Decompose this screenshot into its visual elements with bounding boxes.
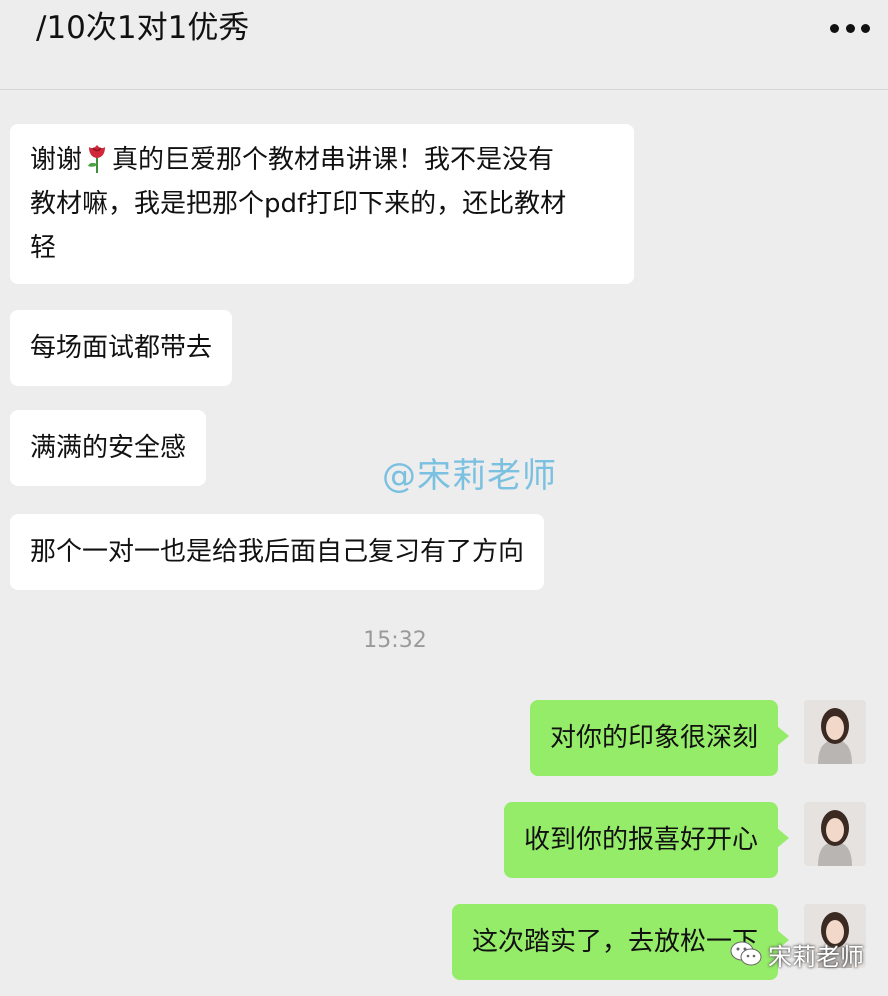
message-outgoing[interactable]: 收到你的报喜好开心 <box>503 802 790 878</box>
message-outgoing[interactable]: 对你的印象很深刻 <box>529 700 790 776</box>
message-text: 谢谢 真的巨爱那个教材串讲课！我不是没有 教材嘛，我是把那个pdf打印下来的，还比… <box>30 138 614 270</box>
chat-title: /10次1对1优秀 <box>36 10 250 46</box>
watermark-corner: 宋莉老师 <box>730 934 864 974</box>
message-text-part: 谢谢 <box>30 145 83 175</box>
message-incoming[interactable]: 那个一对一也是给我后面自己复习有了方向 <box>10 514 545 590</box>
avatar-image <box>804 700 866 764</box>
wechat-icon <box>730 941 762 966</box>
watermark-corner-text: 宋莉老师 <box>768 942 864 971</box>
avatar[interactable] <box>804 700 866 764</box>
message-text-part: 教材嘛，我是把那个pdf打印下来的，还比教材 <box>30 189 567 219</box>
rose-icon <box>88 145 106 173</box>
more-dots-icon[interactable] <box>830 14 870 42</box>
message-incoming[interactable]: 满满的安全感 <box>10 410 207 486</box>
message-incoming[interactable]: 谢谢 真的巨爱那个教材串讲课！我不是没有 教材嘛，我是把那个pdf打印下来的，还比… <box>10 124 634 284</box>
message-text-part: 轻 <box>30 233 57 263</box>
chat-header: /10次1对1优秀 <box>0 0 888 90</box>
message-incoming[interactable]: 每场面试都带去 <box>10 310 233 386</box>
avatar[interactable] <box>804 802 866 866</box>
watermark: @宋莉老师 <box>382 456 557 496</box>
message-timestamp: 15:32 <box>363 628 427 653</box>
avatar-image <box>804 802 866 866</box>
message-text-part: 真的巨爱那个教材串讲课！我不是没有 <box>112 145 555 175</box>
chat-screen: /10次1对1优秀 谢谢 真的巨爱那个教材串讲课！我不是没有 教材嘛，我是把那个p… <box>0 0 888 996</box>
